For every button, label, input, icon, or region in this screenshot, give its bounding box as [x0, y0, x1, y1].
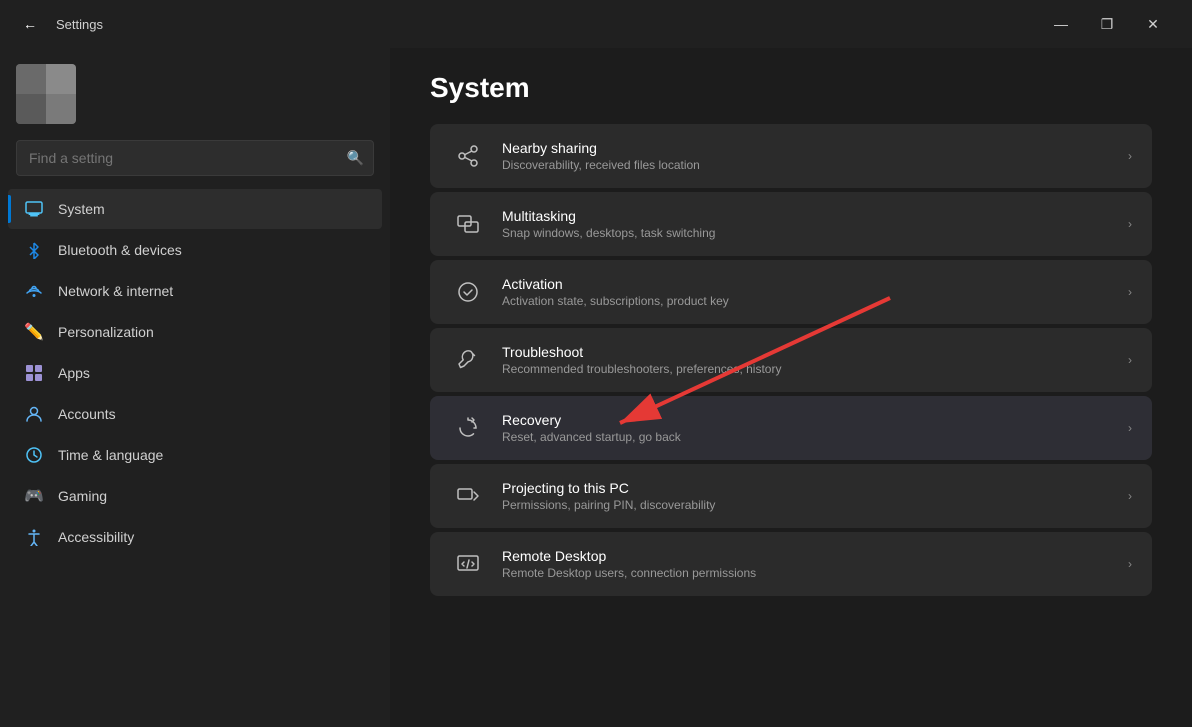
sidebar-item-gaming[interactable]: 🎮 Gaming	[8, 476, 382, 516]
chevron-nearby-icon: ›	[1128, 149, 1132, 163]
chevron-activation-icon: ›	[1128, 285, 1132, 299]
setting-desc-remote: Remote Desktop users, connection permiss…	[502, 566, 1112, 580]
sidebar-item-network[interactable]: Network & internet	[8, 271, 382, 311]
setting-desc-activation: Activation state, subscriptions, product…	[502, 294, 1112, 308]
accounts-icon	[24, 404, 44, 424]
setting-desc-troubleshoot: Recommended troubleshooters, preferences…	[502, 362, 1112, 376]
setting-text-nearby: Nearby sharing Discoverability, received…	[502, 140, 1112, 172]
multitasking-icon	[450, 206, 486, 242]
recovery-icon	[450, 410, 486, 446]
sidebar-item-bluetooth[interactable]: Bluetooth & devices	[8, 230, 382, 270]
setting-desc-nearby: Discoverability, received files location	[502, 158, 1112, 172]
sidebar-item-apps[interactable]: Apps	[8, 353, 382, 393]
setting-text-recovery: Recovery Reset, advanced startup, go bac…	[502, 412, 1112, 444]
setting-text-projecting: Projecting to this PC Permissions, pairi…	[502, 480, 1112, 512]
setting-title-nearby: Nearby sharing	[502, 140, 1112, 156]
setting-text-remote: Remote Desktop Remote Desktop users, con…	[502, 548, 1112, 580]
sidebar-label-accounts: Accounts	[58, 406, 116, 422]
setting-desc-multitask: Snap windows, desktops, task switching	[502, 226, 1112, 240]
search-icon: 🔍	[347, 150, 364, 167]
apps-icon	[24, 363, 44, 383]
sidebar-item-system[interactable]: System	[8, 189, 382, 229]
chevron-multitask-icon: ›	[1128, 217, 1132, 231]
maximize-button[interactable]: ❐	[1084, 8, 1130, 40]
chevron-recovery-icon: ›	[1128, 421, 1132, 435]
sidebar-label-time: Time & language	[58, 447, 163, 463]
activation-icon	[450, 274, 486, 310]
app-title: Settings	[56, 17, 103, 32]
sidebar-label-accessibility: Accessibility	[58, 529, 134, 545]
title-bar: ← Settings — ❐ ✕	[0, 0, 1192, 48]
setting-item-remote-desktop[interactable]: Remote Desktop Remote Desktop users, con…	[430, 532, 1152, 596]
chevron-troubleshoot-icon: ›	[1128, 353, 1132, 367]
setting-title-troubleshoot: Troubleshoot	[502, 344, 1112, 360]
user-area	[0, 48, 390, 136]
time-icon	[24, 445, 44, 465]
setting-desc-recovery: Reset, advanced startup, go back	[502, 430, 1112, 444]
network-icon	[24, 281, 44, 301]
setting-item-recovery[interactable]: Recovery Reset, advanced startup, go bac…	[430, 396, 1152, 460]
projecting-icon	[450, 478, 486, 514]
troubleshoot-icon	[450, 342, 486, 378]
setting-item-activation[interactable]: Activation Activation state, subscriptio…	[430, 260, 1152, 324]
back-button[interactable]: ←	[16, 10, 44, 38]
sidebar-nav: System Bluetooth & devices	[0, 188, 390, 558]
sidebar-item-accessibility[interactable]: Accessibility	[8, 517, 382, 557]
chevron-remote-icon: ›	[1128, 557, 1132, 571]
personalization-icon: ✏️	[24, 322, 44, 342]
nearby-sharing-icon	[450, 138, 486, 174]
setting-item-nearby-sharing[interactable]: Nearby sharing Discoverability, received…	[430, 124, 1152, 188]
accessibility-icon	[24, 527, 44, 547]
avatar	[16, 64, 76, 124]
chevron-projecting-icon: ›	[1128, 489, 1132, 503]
setting-text-multitask: Multitasking Snap windows, desktops, tas…	[502, 208, 1112, 240]
remote-desktop-icon	[450, 546, 486, 582]
setting-title-projecting: Projecting to this PC	[502, 480, 1112, 496]
sidebar-item-personalization[interactable]: ✏️ Personalization	[8, 312, 382, 352]
sidebar-label-gaming: Gaming	[58, 488, 107, 504]
gaming-icon: 🎮	[24, 486, 44, 506]
setting-text-troubleshoot: Troubleshoot Recommended troubleshooters…	[502, 344, 1112, 376]
setting-desc-projecting: Permissions, pairing PIN, discoverabilit…	[502, 498, 1112, 512]
sidebar-item-time[interactable]: Time & language	[8, 435, 382, 475]
sidebar-label-bluetooth: Bluetooth & devices	[58, 242, 182, 258]
sidebar-label-personalization: Personalization	[58, 324, 154, 340]
page-title: System	[430, 72, 1152, 104]
setting-item-projecting[interactable]: Projecting to this PC Permissions, pairi…	[430, 464, 1152, 528]
setting-item-multitasking[interactable]: Multitasking Snap windows, desktops, tas…	[430, 192, 1152, 256]
sidebar-item-accounts[interactable]: Accounts	[8, 394, 382, 434]
setting-title-recovery: Recovery	[502, 412, 1112, 428]
setting-item-troubleshoot[interactable]: Troubleshoot Recommended troubleshooters…	[430, 328, 1152, 392]
setting-title-activation: Activation	[502, 276, 1112, 292]
setting-text-activation: Activation Activation state, subscriptio…	[502, 276, 1112, 308]
sidebar-label-apps: Apps	[58, 365, 90, 381]
main-layout: 🔍 System	[0, 48, 1192, 727]
bluetooth-icon	[24, 240, 44, 260]
sidebar: 🔍 System	[0, 48, 390, 727]
close-button[interactable]: ✕	[1130, 8, 1176, 40]
window-controls: — ❐ ✕	[1038, 8, 1176, 40]
setting-title-multitask: Multitasking	[502, 208, 1112, 224]
sidebar-label-system: System	[58, 201, 105, 217]
sidebar-label-network: Network & internet	[58, 283, 173, 299]
settings-list: Nearby sharing Discoverability, received…	[430, 124, 1152, 596]
setting-title-remote: Remote Desktop	[502, 548, 1112, 564]
minimize-button[interactable]: —	[1038, 8, 1084, 40]
search-input[interactable]	[16, 140, 374, 176]
system-icon	[24, 199, 44, 219]
search-box: 🔍	[16, 140, 374, 176]
content-area: System Nearby sharing Discoverability, r…	[390, 48, 1192, 727]
